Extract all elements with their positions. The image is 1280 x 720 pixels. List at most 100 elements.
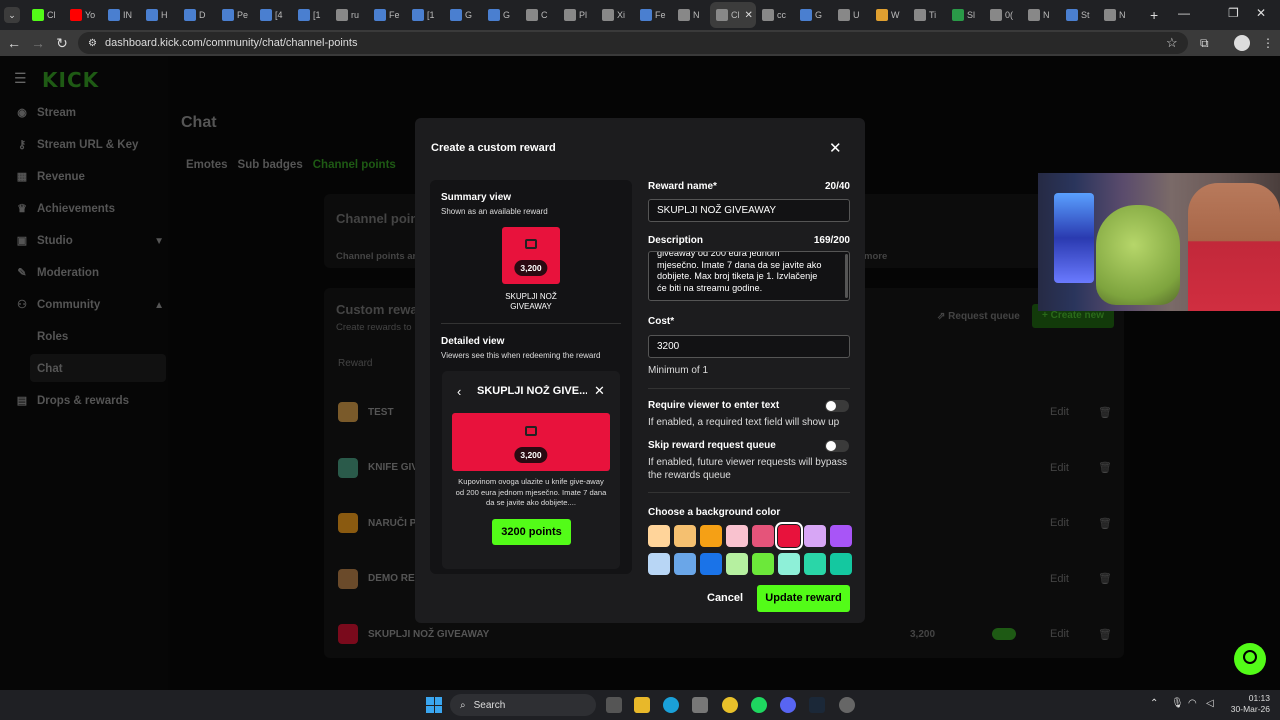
browser-tab[interactable]: Cl [26, 2, 64, 28]
edit-button[interactable]: Edit [1050, 517, 1069, 529]
url-field[interactable]: ⚙ dashboard.kick.com/community/chat/chan… [78, 32, 1188, 54]
color-swatch[interactable] [752, 525, 774, 547]
browser-tab[interactable]: Fe [368, 2, 406, 28]
tab-sub-badges[interactable]: Sub badges [238, 159, 303, 171]
new-tab-button[interactable]: + [1150, 7, 1158, 23]
browser-tab[interactable]: [1 [406, 2, 444, 28]
browser-tab[interactable]: St [1060, 2, 1098, 28]
edge-icon[interactable] [663, 697, 679, 713]
store-icon[interactable] [692, 697, 708, 713]
description-textarea[interactable]: giveaway od 200 eura jednom mjesečno. Im… [648, 251, 850, 301]
color-swatch[interactable] [752, 553, 774, 575]
tab-channel-points[interactable]: Channel points [313, 159, 396, 171]
volume-icon[interactable]: ◁ [1206, 698, 1214, 709]
reward-name-input[interactable]: SKUPLJI NOŽ GIVEAWAY [648, 199, 850, 222]
color-swatch[interactable] [778, 553, 800, 575]
browser-tab[interactable]: G [444, 2, 482, 28]
close-tab-icon[interactable]: ✕ [745, 10, 753, 21]
sidebar-item-stream-url[interactable]: ⚷ Stream URL & Key [16, 139, 164, 151]
color-swatch[interactable] [726, 553, 748, 575]
browser-tab[interactable]: U [832, 2, 870, 28]
color-swatch[interactable] [804, 553, 826, 575]
profile-avatar[interactable] [1234, 35, 1250, 51]
close-icon[interactable]: ✕ [594, 383, 605, 399]
kick-logo[interactable]: KICK [42, 68, 99, 92]
browser-tab[interactable]: G [794, 2, 832, 28]
trash-icon[interactable]: 🗑 [1098, 517, 1112, 530]
enabled-toggle[interactable] [992, 628, 1016, 640]
browser-tab[interactable]: Xi [596, 2, 634, 28]
hamburger-icon[interactable]: ☰ [14, 70, 27, 87]
color-swatch[interactable] [648, 553, 670, 575]
browser-tab[interactable]: D [178, 2, 216, 28]
browser-tab[interactable]: Pl [558, 2, 596, 28]
color-swatch[interactable] [674, 525, 696, 547]
trash-icon[interactable]: 🗑 [1098, 406, 1112, 419]
textarea-scrollbar[interactable] [845, 254, 848, 298]
sidebar-item-revenue[interactable]: ▦ Revenue [16, 171, 164, 183]
maximize-icon[interactable]: ❐ [1228, 6, 1239, 20]
more-link[interactable]: more [864, 251, 887, 262]
color-swatch[interactable] [804, 525, 826, 547]
support-chat-button[interactable] [1234, 643, 1266, 675]
back-icon[interactable]: ← [2, 35, 26, 51]
edit-button[interactable]: Edit [1050, 573, 1069, 585]
sidebar-item-stream[interactable]: ◉ Stream [16, 107, 164, 119]
chrome-icon[interactable] [722, 697, 738, 713]
browser-tab[interactable]: Fe [634, 2, 672, 28]
browser-tab[interactable]: Cl ✕ [710, 2, 756, 28]
trash-icon[interactable]: 🗑 [1098, 572, 1112, 585]
trash-icon[interactable]: 🗑 [1098, 461, 1112, 474]
color-swatch[interactable] [674, 553, 696, 575]
windows-start-icon[interactable] [426, 697, 442, 713]
minimize-icon[interactable]: — [1178, 6, 1190, 20]
edit-button[interactable]: Edit [1050, 406, 1069, 418]
browser-tab[interactable]: ru [330, 2, 368, 28]
require-text-toggle[interactable] [825, 400, 849, 412]
browser-tab[interactable]: Ti [908, 2, 946, 28]
tray-chevron-icon[interactable]: ⌃ [1150, 698, 1158, 709]
browser-tab[interactable]: Pe [216, 2, 254, 28]
site-info-icon[interactable]: ⚙ [88, 38, 97, 49]
browser-menu-icon[interactable]: ⋮ [1262, 36, 1274, 50]
browser-tab[interactable]: cc [756, 2, 794, 28]
sidebar-item-community[interactable]: ⚇ Community ▲ [16, 299, 164, 311]
wifi-icon[interactable]: ◠ [1188, 698, 1197, 709]
browser-tab[interactable]: C [520, 2, 558, 28]
redeem-points-button[interactable]: 3200 points [492, 519, 571, 545]
request-queue-button[interactable]: ⇗ Request queue [937, 311, 1020, 322]
cancel-button[interactable]: Cancel [707, 592, 743, 604]
sidebar-item-moderation[interactable]: ✎ Moderation [16, 267, 164, 279]
tab-search-icon[interactable]: ⌄ [4, 7, 20, 23]
color-swatch[interactable] [830, 553, 852, 575]
update-reward-button[interactable]: Update reward [757, 585, 850, 612]
color-swatch[interactable] [648, 525, 670, 547]
edit-button[interactable]: Edit [1050, 628, 1069, 640]
color-swatch[interactable] [700, 525, 722, 547]
sidebar-item-drops[interactable]: ▤ Drops & rewards [16, 395, 164, 407]
app-icon[interactable] [839, 697, 855, 713]
taskbar-search[interactable]: ⌕ Search [450, 694, 596, 716]
trash-icon[interactable]: 🗑 [1098, 628, 1112, 641]
edit-button[interactable]: Edit [1050, 462, 1069, 474]
browser-tab[interactable]: N [1022, 2, 1060, 28]
browser-tab[interactable]: [4 [254, 2, 292, 28]
clock[interactable]: 01:13 30-Mar-26 [1226, 693, 1270, 715]
color-swatch[interactable] [700, 553, 722, 575]
color-swatch[interactable] [726, 525, 748, 547]
extensions-icon[interactable]: ⧉ [1200, 36, 1209, 51]
skip-queue-toggle[interactable] [825, 440, 849, 452]
browser-tab[interactable]: N [1098, 2, 1136, 28]
sidebar-item-roles[interactable]: Roles [37, 331, 68, 343]
color-swatch[interactable] [775, 522, 803, 550]
forward-icon[interactable]: → [26, 35, 50, 51]
discord-icon[interactable] [780, 697, 796, 713]
bookmark-star-icon[interactable]: ☆ [1166, 35, 1178, 51]
file-explorer-icon[interactable] [634, 697, 650, 713]
mic-icon[interactable]: 🎙 [1171, 698, 1184, 709]
close-window-icon[interactable]: ✕ [1256, 6, 1266, 20]
color-swatch[interactable] [830, 525, 852, 547]
spotify-icon[interactable] [751, 697, 767, 713]
browser-tab[interactable]: N [672, 2, 710, 28]
browser-tab[interactable]: IN [102, 2, 140, 28]
